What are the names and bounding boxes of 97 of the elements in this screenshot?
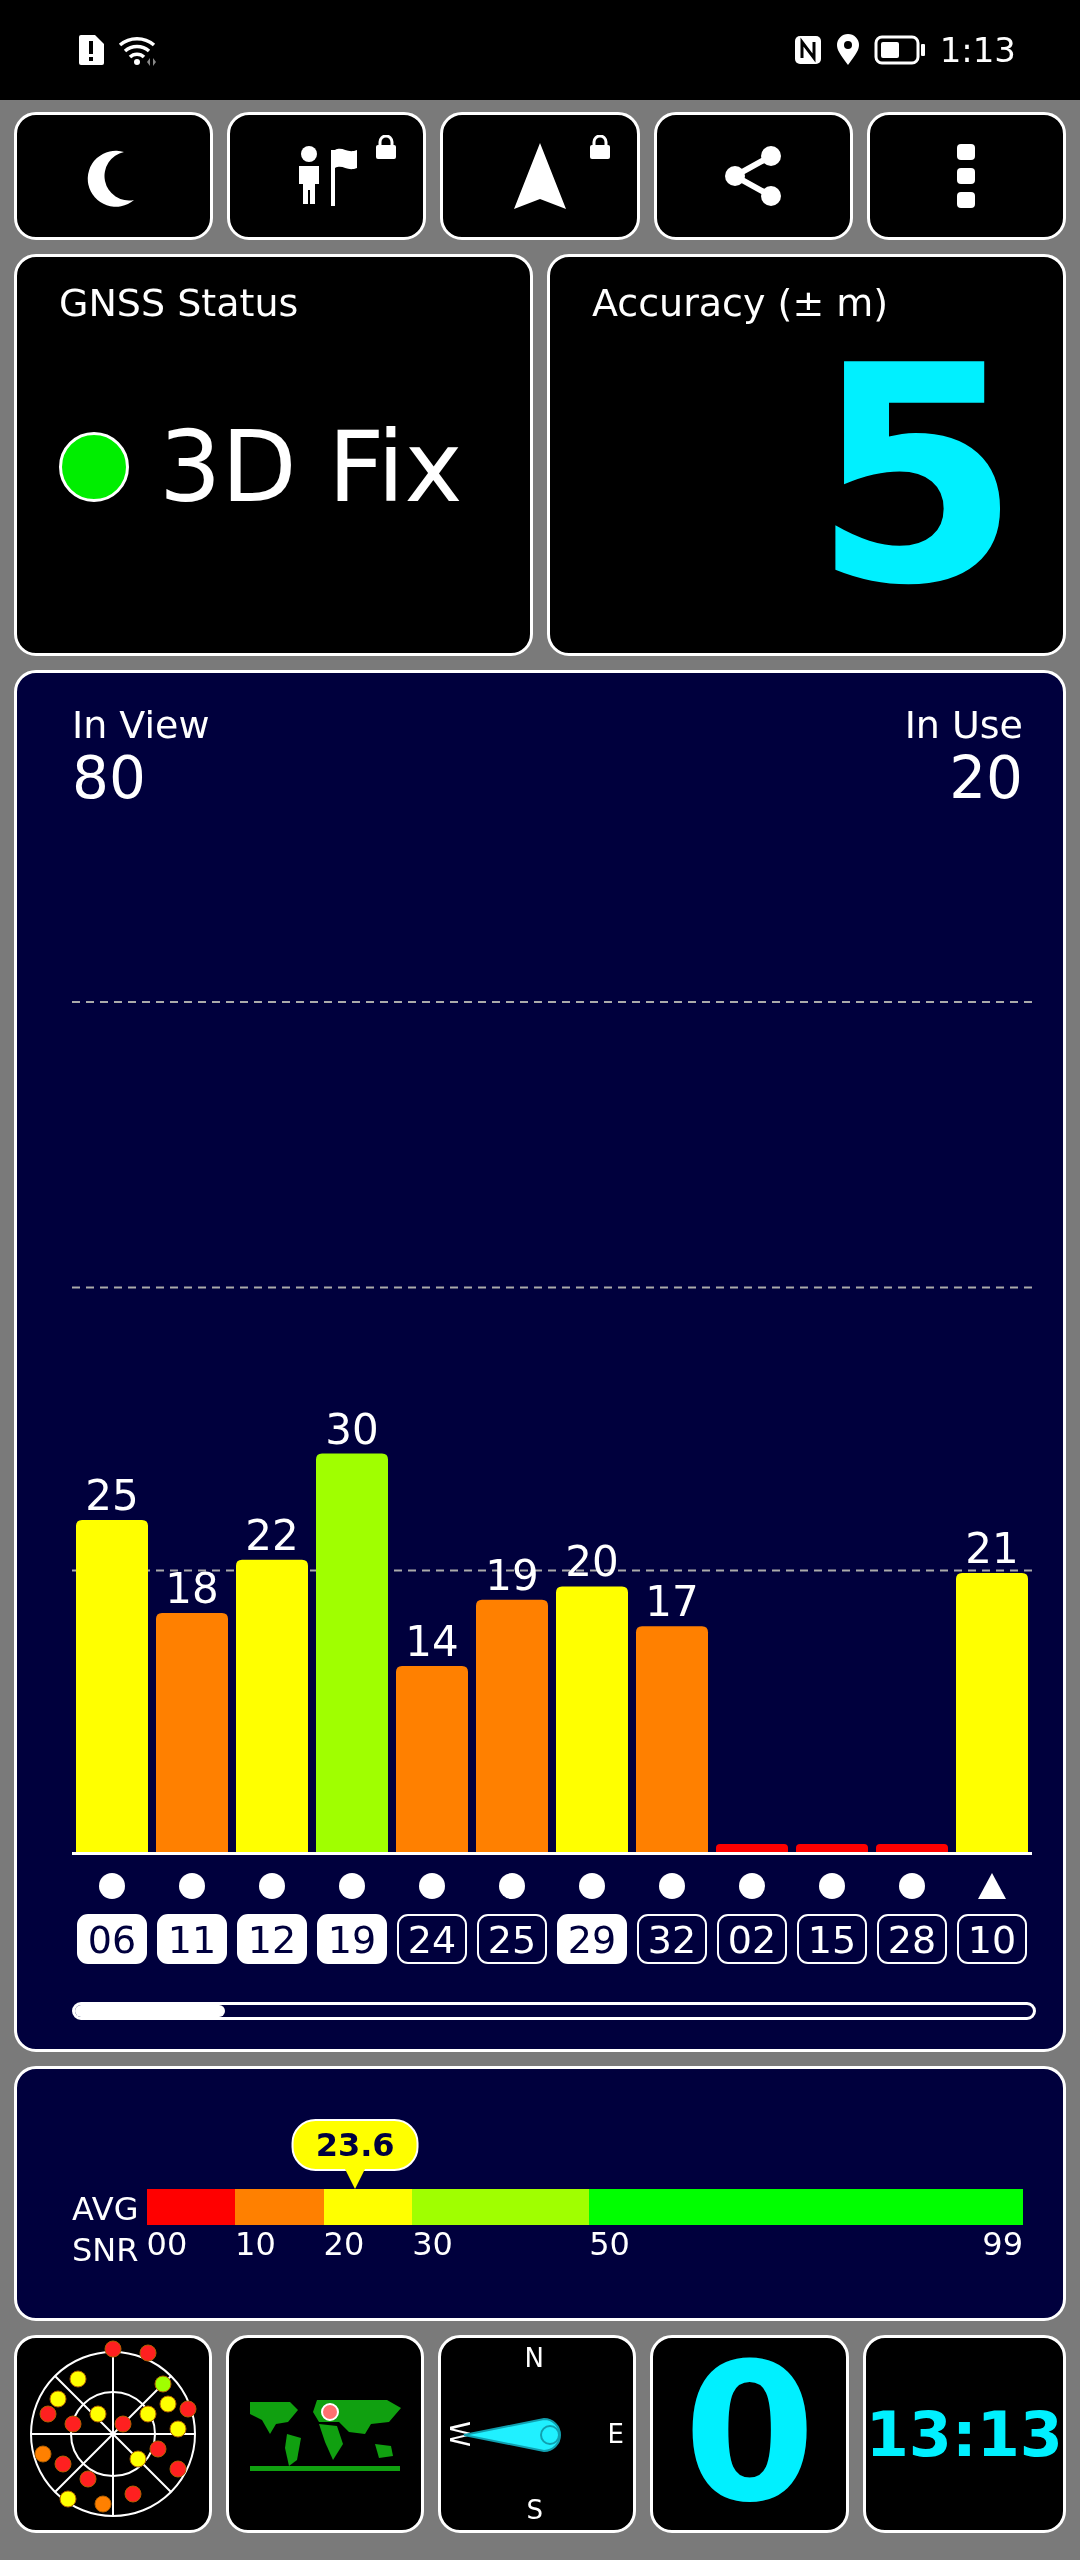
signal-bar: [876, 1843, 948, 1852]
in-use-label: In Use: [904, 703, 1023, 747]
compass-label: E: [607, 2419, 624, 2449]
world-map-tile[interactable]: [226, 2335, 425, 2533]
bar-value: 21: [965, 1523, 1019, 1573]
avg-label: AVG: [72, 2188, 139, 2230]
x-tick-label: 19: [327, 1917, 377, 1962]
compass-label: S: [526, 2495, 543, 2525]
satellite-marker: [89, 2405, 107, 2423]
satellite-marker: [104, 2340, 122, 2358]
x-tick-label: 29: [567, 1917, 617, 1962]
satellite-marker: [64, 2415, 82, 2433]
x-tick-label: 06: [87, 1917, 137, 1962]
satellite-marker: [159, 2395, 177, 2413]
satellite-marker: [124, 2485, 142, 2503]
status-time: 1:13: [939, 30, 1016, 70]
satellite-id: 25: [477, 1913, 547, 1964]
in-view-count: 80: [72, 747, 147, 811]
speed-tile[interactable]: 0: [650, 2335, 849, 2533]
battery-icon: [873, 35, 926, 65]
satellite-marker: [179, 2400, 197, 2418]
more-icon: [957, 144, 976, 208]
nfc-icon: [793, 35, 822, 65]
x-tick-label: 32: [647, 1917, 697, 1962]
satellite-id: 28: [877, 1913, 947, 1964]
satellite-id: 29: [557, 1913, 627, 1964]
x-tick-label: 24: [407, 1917, 457, 1962]
x-tick-label: 12: [247, 1917, 297, 1962]
satellite-marker: [169, 2460, 187, 2478]
satellite-id: 19: [317, 1913, 387, 1964]
speed-value: 0: [683, 2339, 816, 2529]
bar-value: 20: [565, 1537, 619, 1587]
x-tick-label: 28: [887, 1917, 937, 1962]
satellite-id: 12: [237, 1913, 307, 1964]
x-tick-label: 15: [807, 1917, 857, 1962]
scale-tick: 99: [982, 2225, 1023, 2263]
scale-tick: 50: [589, 2225, 630, 2263]
satellite-marker: [79, 2470, 97, 2488]
satellite-marker: [59, 2490, 77, 2508]
card-title: Accuracy (± m): [592, 281, 890, 325]
bar-value: 14: [405, 1616, 459, 1666]
satellite-marker: [49, 2390, 67, 2408]
satellite-marker: [139, 2405, 157, 2423]
signal-bar: [716, 1843, 788, 1852]
satellite-id: 24: [397, 1913, 467, 1964]
signal-bar: [796, 1843, 868, 1852]
satellite-marker: [39, 2405, 57, 2423]
satellite-marker: [69, 2370, 87, 2388]
wifi-icon: [118, 34, 158, 66]
satellite-id: 10: [957, 1913, 1027, 1964]
bar-value: 17: [645, 1577, 699, 1626]
satellite-marker: [94, 2495, 112, 2513]
satellite-marker: [154, 2375, 172, 2393]
bar-value: 30: [325, 1404, 379, 1454]
satellite-id: 32: [637, 1913, 707, 1964]
clock-time: 13:13: [865, 2397, 1063, 2471]
fix-status: 3D Fix: [159, 410, 463, 524]
compass-label: N: [524, 2343, 544, 2373]
share-button[interactable]: [653, 112, 853, 240]
clock-tile[interactable]: 13:13: [862, 2335, 1066, 2533]
accuracy-value: 5: [812, 327, 1021, 627]
satellite-marker: [114, 2415, 132, 2433]
scale-tick: 10: [235, 2225, 276, 2263]
sim-alert-icon: [78, 35, 104, 65]
average-snr-bubble: 23.6: [291, 2119, 419, 2171]
x-tick-label: 25: [487, 1917, 537, 1962]
satellite-id: 06: [77, 1913, 147, 1964]
x-tick-label: 11: [167, 1917, 217, 1962]
satellite-marker: [129, 2450, 147, 2468]
satellite-id: 02: [717, 1913, 787, 1964]
satellite-id: 11: [157, 1913, 227, 1964]
moon-button[interactable]: [14, 112, 214, 240]
x-tick-label: 02: [727, 1917, 777, 1962]
x-tick-label: 10: [967, 1917, 1017, 1962]
location-icon: [835, 34, 860, 66]
figure-flag-button[interactable]: [227, 112, 427, 240]
satellite-marker: [34, 2445, 52, 2463]
more-button[interactable]: [866, 112, 1066, 240]
bar-value: 22: [245, 1510, 299, 1560]
bar-value: 25: [85, 1470, 139, 1520]
scale-tick: 30: [412, 2225, 453, 2263]
navigation-arrow-button[interactable]: [440, 112, 640, 240]
satellite-marker: [169, 2420, 187, 2438]
bar-value: 19: [485, 1550, 539, 1600]
snr-label: SNR: [72, 2230, 139, 2272]
navigation-arrow-icon: [512, 143, 568, 209]
bar-value: 18: [165, 1563, 219, 1613]
card-title: GNSS Status: [59, 281, 300, 325]
in-view-label: In View: [72, 703, 210, 747]
sky-plot-tile[interactable]: [14, 2335, 213, 2533]
scale-tick: 20: [323, 2225, 365, 2263]
satellite-marker: [139, 2344, 157, 2362]
scale-tick: 00: [146, 2225, 188, 2263]
in-use-count: 20: [949, 747, 1023, 811]
satellite-marker: [54, 2455, 72, 2473]
satellite-marker: [149, 2440, 167, 2458]
satellite-id: 15: [797, 1913, 867, 1964]
